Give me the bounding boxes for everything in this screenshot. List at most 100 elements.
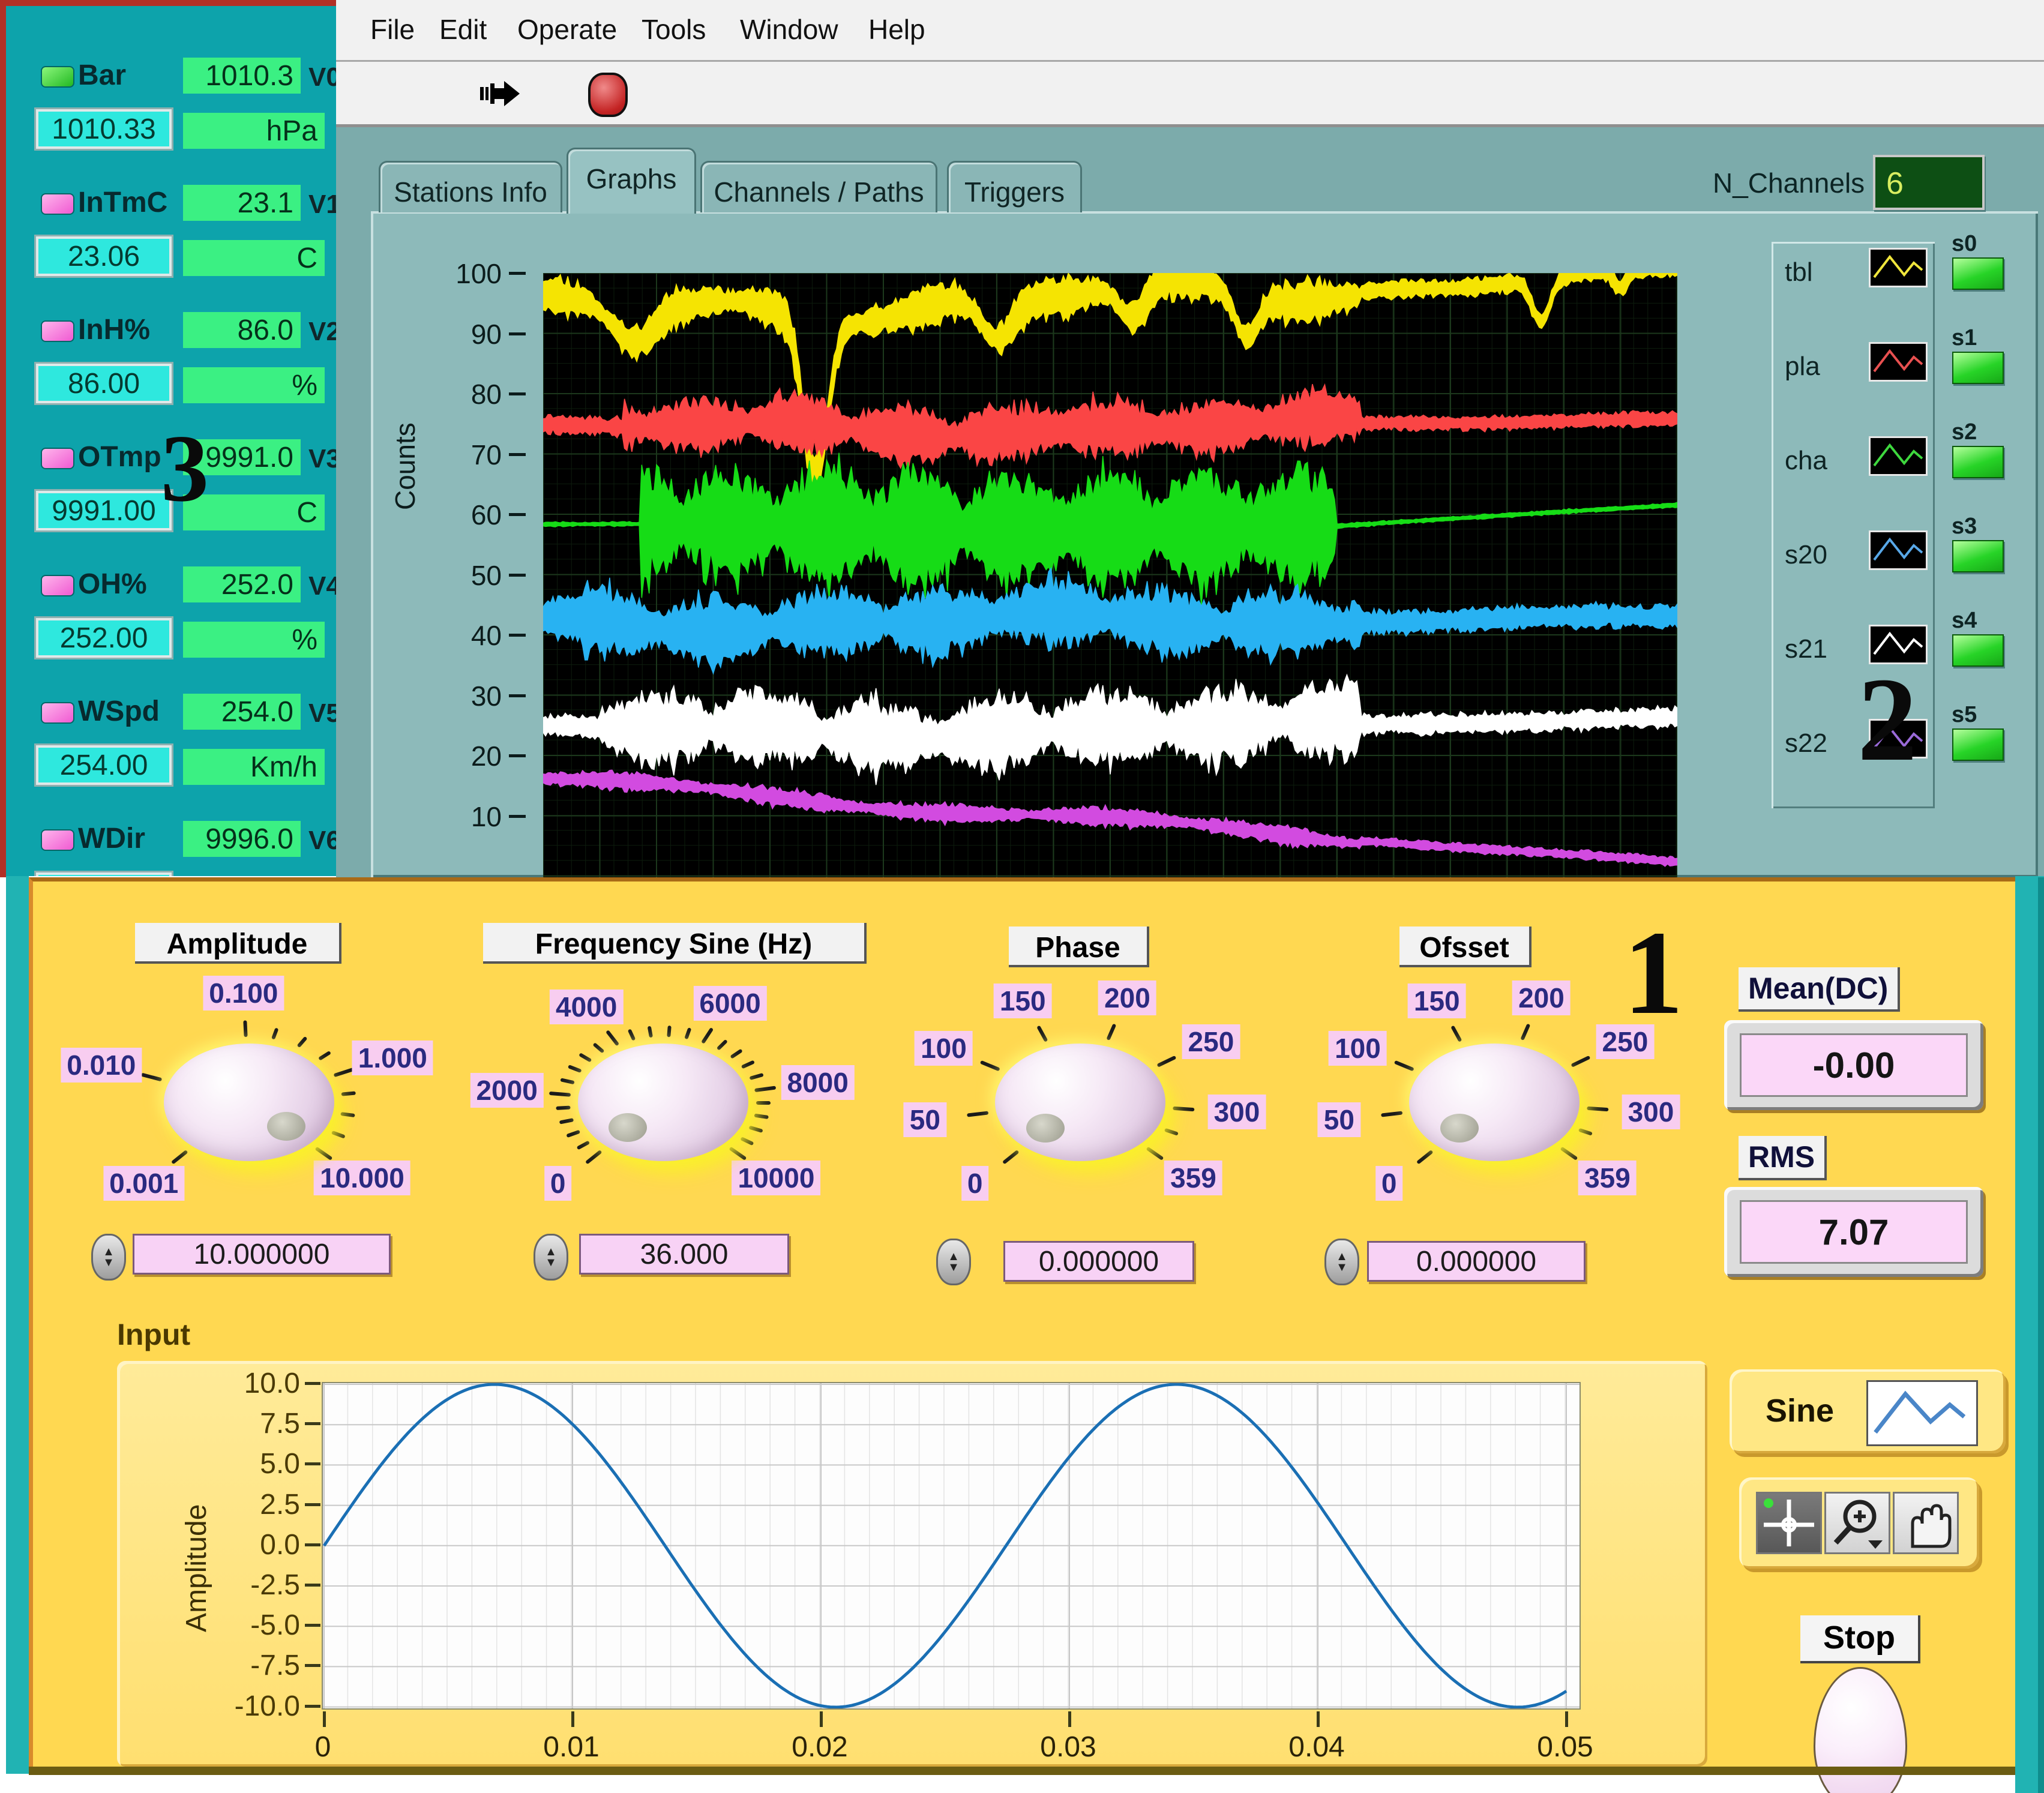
left-teal-strip (6, 876, 29, 1774)
legend-label-s20: s20 (1785, 540, 1827, 570)
knob-label-3: Ofsset (1399, 927, 1531, 967)
tab-channels-paths[interactable]: Channels / Paths (700, 161, 937, 212)
knob-scale-3-100: 100 (1329, 1031, 1387, 1066)
input-chart-title: Input (117, 1317, 190, 1352)
graph-ytick-40: 40 (424, 619, 502, 652)
knob-scale-2-100: 100 (915, 1031, 973, 1066)
menu-item-window[interactable]: Window (740, 13, 838, 46)
knob-scale-3-150: 150 (1408, 984, 1466, 1018)
menu-item-tools[interactable]: Tools (642, 13, 706, 46)
graph-ytick-10: 10 (424, 800, 502, 833)
sensor-input-InH%[interactable]: 86.00 (38, 366, 169, 401)
sensor-display-OH%: 252.0 (183, 566, 301, 602)
knob-label-0: Amplitude (135, 923, 341, 964)
input-xtick-mark (571, 1711, 574, 1727)
legend-swatch-s20[interactable] (1869, 530, 1928, 570)
graph-ytick-mark (509, 694, 526, 697)
pan-tool-button[interactable] (1893, 1492, 1959, 1554)
graph-ytick-20: 20 (424, 740, 502, 772)
knob-scale-1-10000: 10000 (732, 1161, 820, 1195)
sensor-unit-InTmC: C (183, 240, 325, 276)
knob-2[interactable] (995, 1044, 1165, 1161)
knob-scale-0-10.000: 10.000 (314, 1161, 410, 1195)
waveform-graph-plot[interactable] (543, 273, 1677, 877)
sensor-led-OTmp (41, 448, 74, 469)
channel-led-s0 (1952, 257, 2004, 290)
sensor-name-WSpd: WSpd (78, 695, 160, 728)
knob-scale-1-2000: 2000 (470, 1073, 543, 1108)
legend-label-s21: s21 (1785, 634, 1827, 664)
knob-value-1[interactable]: 36.000 (579, 1234, 789, 1275)
input-ytick-7.5: 7.5 (210, 1407, 300, 1440)
legend-swatch-tbl[interactable] (1869, 248, 1928, 287)
zoom-tool-button[interactable] (1824, 1492, 1890, 1554)
knob-spinner-3[interactable]: ▲ ▼ (1324, 1239, 1359, 1285)
mean-dc-indicator: -0.00 (1724, 1020, 1983, 1110)
tab-triggers[interactable]: Triggers (947, 161, 1082, 212)
sensor-name-OH%: OH% (78, 568, 147, 601)
abort-button-icon[interactable] (588, 73, 628, 117)
knob-value-2[interactable]: 0.000000 (1003, 1241, 1194, 1282)
knob-scale-3-300: 300 (1622, 1095, 1680, 1129)
channel-led-s4 (1952, 634, 2004, 667)
knob-scale-2-250: 250 (1182, 1024, 1240, 1059)
legend-swatch-pla[interactable] (1869, 342, 1928, 382)
annotation-1: 1 (1623, 913, 1683, 1033)
annotation-3: 3 (161, 420, 209, 516)
knob-0[interactable] (164, 1044, 334, 1161)
tab-graphs[interactable]: Graphs (567, 148, 696, 214)
graph-palette (1739, 1477, 1979, 1569)
tab-stations-info[interactable]: Stations Info (379, 161, 562, 212)
channel-led-label-s0: s0 (1952, 231, 1977, 257)
knob-3[interactable] (1409, 1044, 1580, 1161)
sensor-vlabel-InH%: V2 (308, 317, 336, 347)
menu-item-help[interactable]: Help (868, 13, 925, 46)
input-chart-plot[interactable] (322, 1382, 1581, 1710)
knob-spinner-1[interactable]: ▲ ▼ (534, 1234, 568, 1281)
input-xtick-0.05: 0.05 (1537, 1731, 1593, 1764)
graph-ytick-30: 30 (424, 680, 502, 712)
sensor-unit-OH%: % (183, 622, 325, 658)
knob-spinner-0[interactable]: ▲ ▼ (91, 1234, 126, 1281)
input-ytick--5.0: -5.0 (210, 1609, 300, 1642)
menu-item-file[interactable]: File (370, 13, 415, 46)
sensor-led-OH% (41, 575, 74, 596)
menu-item-operate[interactable]: Operate (517, 13, 617, 46)
knob-scale-0-0.001: 0.001 (103, 1166, 184, 1201)
knob-scale-2-359: 359 (1164, 1161, 1222, 1195)
graph-ytick-mark (509, 392, 526, 395)
knob-value-3[interactable]: 0.000000 (1367, 1241, 1586, 1282)
legend-swatch-cha[interactable] (1869, 436, 1928, 476)
toolbar (336, 62, 2044, 127)
knob-scale-1-6000: 6000 (693, 986, 766, 1021)
menu-item-edit[interactable]: Edit (439, 13, 487, 46)
knob-scale-3-200: 200 (1512, 981, 1571, 1015)
run-icon[interactable] (480, 75, 522, 112)
channel-led-label-s2: s2 (1952, 419, 1977, 445)
channel-led-label-s3: s3 (1952, 514, 1977, 539)
figure-border-left (0, 0, 6, 877)
knob-spinner-2[interactable]: ▲ ▼ (936, 1239, 971, 1285)
sensor-input-OH%[interactable]: 252.00 (38, 620, 169, 655)
sensor-input-WSpd[interactable]: 254.00 (38, 748, 169, 782)
sensor-led-WSpd (41, 702, 74, 724)
knob-value-0[interactable]: 10.000000 (133, 1234, 391, 1275)
knob-scale-2-50: 50 (904, 1102, 946, 1137)
knob-1[interactable] (578, 1044, 748, 1161)
sensor-unit-InH%: % (183, 367, 325, 403)
sensor-input-WDir[interactable]: 9996.00 (38, 875, 169, 876)
graph-ytick-mark (509, 453, 526, 456)
graph-ytick-70: 70 (424, 439, 502, 471)
sensor-name-OTmp: OTmp (78, 440, 161, 473)
panel-border-bottom (29, 1767, 2015, 1775)
signal-type-selector[interactable]: Sine (1730, 1369, 2006, 1453)
knob-scale-0-1.000: 1.000 (352, 1041, 433, 1075)
sensor-input-Bar[interactable]: 1010.33 (38, 112, 169, 146)
graph-ytick-50: 50 (424, 559, 502, 592)
sensor-display-WDir: 9996.0 (183, 821, 301, 857)
figure-border-top (0, 0, 336, 6)
input-xtick-mark (1068, 1711, 1071, 1727)
sensor-input-OTmp[interactable]: 9991.00 (38, 493, 169, 528)
crosshair-tool-button[interactable] (1756, 1492, 1822, 1554)
sensor-input-InTmC[interactable]: 23.06 (38, 239, 169, 274)
